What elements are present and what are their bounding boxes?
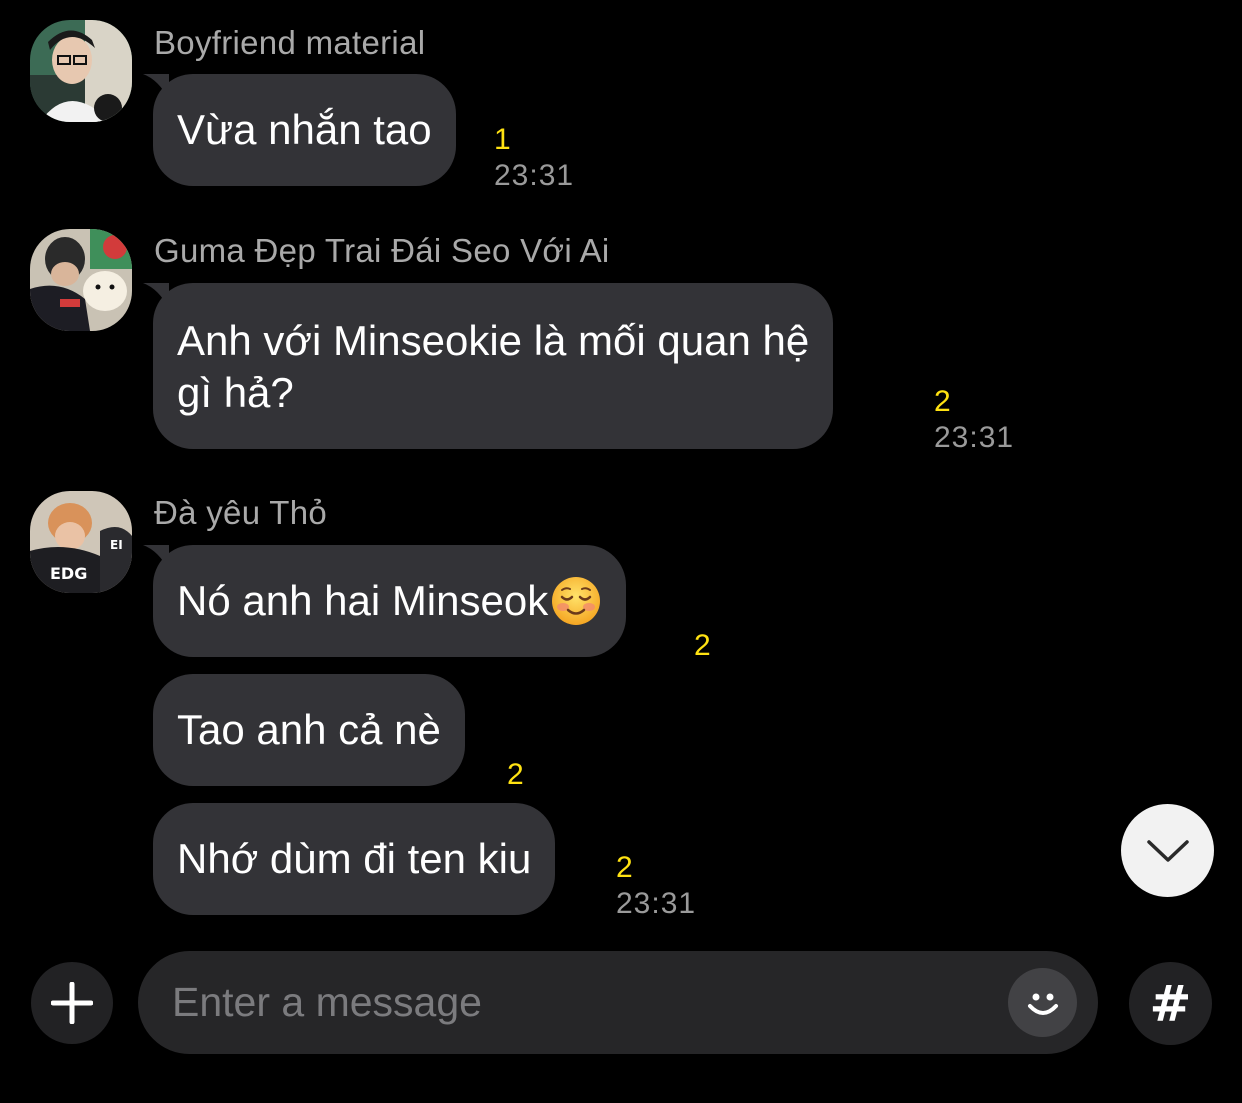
avatar[interactable]: EDG EI bbox=[30, 491, 132, 593]
message-input-container[interactable] bbox=[138, 951, 1098, 1054]
unread-count: 1 bbox=[494, 123, 511, 156]
unread-count: 2 bbox=[694, 629, 711, 662]
unread-count: 2 bbox=[934, 385, 951, 418]
message-meta: 2 bbox=[507, 757, 524, 793]
profile-photo-1 bbox=[30, 20, 132, 122]
bubble-tail bbox=[143, 545, 169, 571]
avatar[interactable] bbox=[30, 229, 132, 331]
timestamp: 23:31 bbox=[934, 421, 1015, 454]
message-meta: 1 23:31 bbox=[494, 122, 574, 194]
sender-name: Guma Đẹp Trai Đái Seo Với Ai bbox=[154, 232, 610, 269]
message-text: Nhớ dùm đi ten kiu bbox=[177, 835, 532, 882]
plus-icon bbox=[51, 982, 93, 1024]
message-meta: 2 23:31 bbox=[616, 850, 696, 922]
sender-name: Boyfriend material bbox=[154, 24, 426, 61]
relieved-smile-emoji bbox=[552, 577, 601, 625]
bubble-tail bbox=[143, 283, 169, 309]
scroll-to-bottom-button[interactable] bbox=[1121, 804, 1214, 897]
message-text: Vừa nhắn tao bbox=[177, 106, 432, 153]
timestamp: 23:31 bbox=[494, 159, 575, 192]
hash-icon: # bbox=[1149, 974, 1192, 1033]
message-bubble[interactable]: Tao anh cả nè bbox=[153, 674, 465, 786]
profile-photo-3: EDG EI bbox=[30, 491, 132, 593]
unread-count: 2 bbox=[616, 851, 633, 884]
timestamp: 23:31 bbox=[616, 887, 697, 920]
chevron-down-icon bbox=[1146, 839, 1189, 862]
emoticon-button[interactable] bbox=[1008, 968, 1077, 1037]
sender-name: Đà yêu Thỏ bbox=[154, 494, 327, 531]
message-meta: 2 23:31 bbox=[934, 384, 1014, 456]
message-bubble[interactable]: Nhớ dùm đi ten kiu bbox=[153, 803, 556, 915]
bubble-tail bbox=[143, 74, 169, 100]
unread-count: 2 bbox=[507, 758, 524, 791]
message-bubble[interactable]: Vừa nhắn tao bbox=[143, 74, 456, 186]
svg-text:EI: EI bbox=[110, 538, 123, 552]
message-text-line: gì hả? bbox=[177, 369, 294, 416]
avatar[interactable] bbox=[30, 20, 132, 122]
message-text: Nó anh hai Minseok bbox=[177, 577, 549, 624]
smiley-icon bbox=[1027, 993, 1058, 1015]
hashtag-button[interactable]: # bbox=[1129, 962, 1212, 1045]
message-text: Tao anh cả nè bbox=[177, 706, 441, 753]
message-bubble[interactable]: Anh với Minseokie là mối quan hệ gì hả? bbox=[143, 283, 834, 449]
message-meta: 2 bbox=[694, 628, 711, 664]
message-input[interactable] bbox=[172, 971, 992, 1033]
add-attachment-button[interactable] bbox=[31, 962, 113, 1044]
message-bubble[interactable]: Nó anh hai Minseok bbox=[143, 545, 627, 657]
svg-text:EDG: EDG bbox=[50, 564, 87, 583]
profile-photo-2 bbox=[30, 229, 132, 331]
message-text-line: Anh với Minseokie là mối quan hệ bbox=[177, 317, 810, 364]
